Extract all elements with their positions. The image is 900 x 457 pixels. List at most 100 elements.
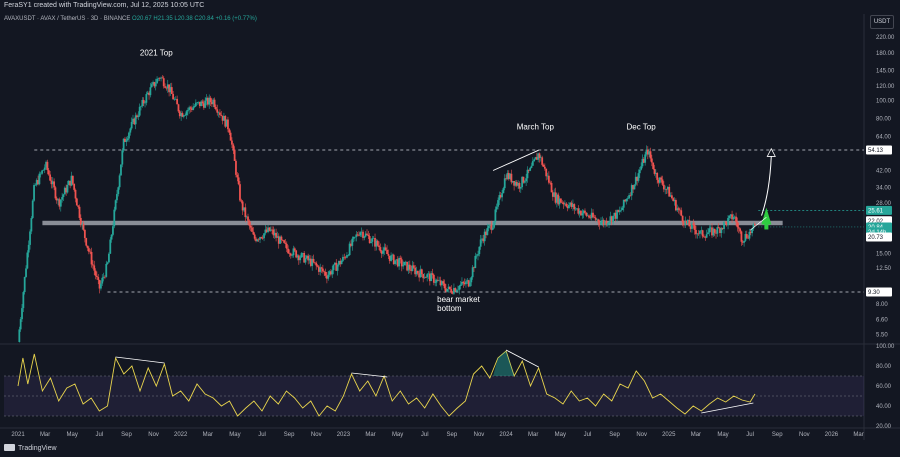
candle-body xyxy=(462,281,465,283)
candle-body xyxy=(42,169,45,171)
candle-body xyxy=(491,227,494,230)
candle-body xyxy=(530,165,533,168)
time-tick-label: 2025 xyxy=(662,432,676,438)
candle-body xyxy=(93,265,96,271)
candle-body xyxy=(497,200,499,207)
candle-body xyxy=(370,241,372,244)
candle-body xyxy=(263,233,265,239)
chart-canvas[interactable]: 5.506.608.009.5012.5015.0018.0022.0028.0… xyxy=(0,0,900,457)
candle-body xyxy=(402,265,405,267)
candle-body xyxy=(477,254,479,256)
candle-body xyxy=(541,157,544,165)
candle-body xyxy=(458,285,461,290)
candle-body xyxy=(186,110,189,112)
price-tick-label: 34.00 xyxy=(876,186,892,192)
candle-body xyxy=(43,167,46,170)
candle-body xyxy=(626,198,629,199)
tradingview-logo[interactable]: TradingView xyxy=(4,444,57,452)
time-tick-label: 2021 xyxy=(11,432,25,438)
candle-body xyxy=(390,255,392,261)
candle-body xyxy=(285,243,288,249)
candle-body xyxy=(347,255,350,256)
candle-body xyxy=(129,128,132,133)
candle-body xyxy=(446,289,449,292)
candle-body xyxy=(592,212,594,218)
candle-body xyxy=(194,102,197,107)
candle-body xyxy=(371,238,374,242)
candle-body xyxy=(150,84,153,88)
candle-body xyxy=(77,205,80,207)
candle-body xyxy=(550,182,553,193)
candle-body xyxy=(625,198,628,202)
candle-body xyxy=(475,255,478,257)
candle-body xyxy=(176,98,179,105)
candle-body xyxy=(431,273,434,275)
candle-body xyxy=(94,270,97,276)
candle-body xyxy=(189,107,192,109)
candle-body xyxy=(240,200,243,202)
candle-body xyxy=(251,227,253,232)
candle-body xyxy=(699,230,701,234)
candle-body xyxy=(228,129,231,133)
candle-body xyxy=(54,187,57,199)
candle-body xyxy=(95,275,98,278)
candle-body xyxy=(660,177,663,180)
candle-body xyxy=(416,270,419,274)
upper-label-text: 25.61 xyxy=(868,208,884,214)
candle-body xyxy=(247,216,249,221)
candle-body xyxy=(424,277,427,278)
candle-body xyxy=(479,239,482,247)
candle-body xyxy=(649,151,652,159)
candle-body xyxy=(162,78,165,87)
candle-body xyxy=(394,260,396,265)
candle-body xyxy=(469,282,471,287)
candle-body xyxy=(434,282,437,284)
candle-body xyxy=(227,119,229,130)
candle-body xyxy=(594,217,597,220)
candle-body xyxy=(670,195,673,199)
candle-body xyxy=(618,210,621,212)
candle-body xyxy=(237,177,240,185)
rsi-tick-label: 60.00 xyxy=(876,384,892,390)
tp-label-text: 54.13 xyxy=(868,148,884,154)
candle-body xyxy=(47,170,50,175)
candle-body xyxy=(114,200,117,210)
candle-body xyxy=(436,279,439,281)
candle-body xyxy=(533,159,536,162)
candle-body xyxy=(332,264,335,271)
candle-body xyxy=(144,102,146,104)
candle-body xyxy=(487,225,490,229)
candle-body xyxy=(432,274,435,283)
candle-body xyxy=(656,172,659,180)
candle-body xyxy=(465,281,467,285)
candle-body xyxy=(145,94,148,103)
candle-body xyxy=(379,247,382,252)
candle-body xyxy=(201,101,204,104)
candle-body xyxy=(252,231,255,235)
candle-body xyxy=(378,245,380,248)
candle-body xyxy=(600,221,602,225)
candle-body xyxy=(244,207,247,218)
candle-body xyxy=(304,258,307,263)
candle-body xyxy=(568,204,570,209)
candle-body xyxy=(543,166,546,169)
time-tick-label: Mar xyxy=(40,432,50,438)
time-tick-label: Mar xyxy=(691,432,701,438)
candle-body xyxy=(474,255,477,269)
candle-body xyxy=(248,220,251,226)
candle-body xyxy=(382,250,384,254)
candle-body xyxy=(705,234,708,238)
time-tick-label: May xyxy=(392,432,403,438)
candle-body xyxy=(164,86,166,88)
candle-body xyxy=(679,209,681,211)
candle-body xyxy=(62,194,65,198)
candle-body xyxy=(736,221,739,228)
candle-body xyxy=(29,231,31,245)
candle-body xyxy=(471,267,474,278)
candle-body xyxy=(184,115,187,116)
candle-body xyxy=(91,264,94,266)
candle-body xyxy=(38,173,41,185)
candle-body xyxy=(33,185,35,201)
candle-body xyxy=(723,221,725,229)
annotation-label: 2021 Top xyxy=(140,48,173,57)
